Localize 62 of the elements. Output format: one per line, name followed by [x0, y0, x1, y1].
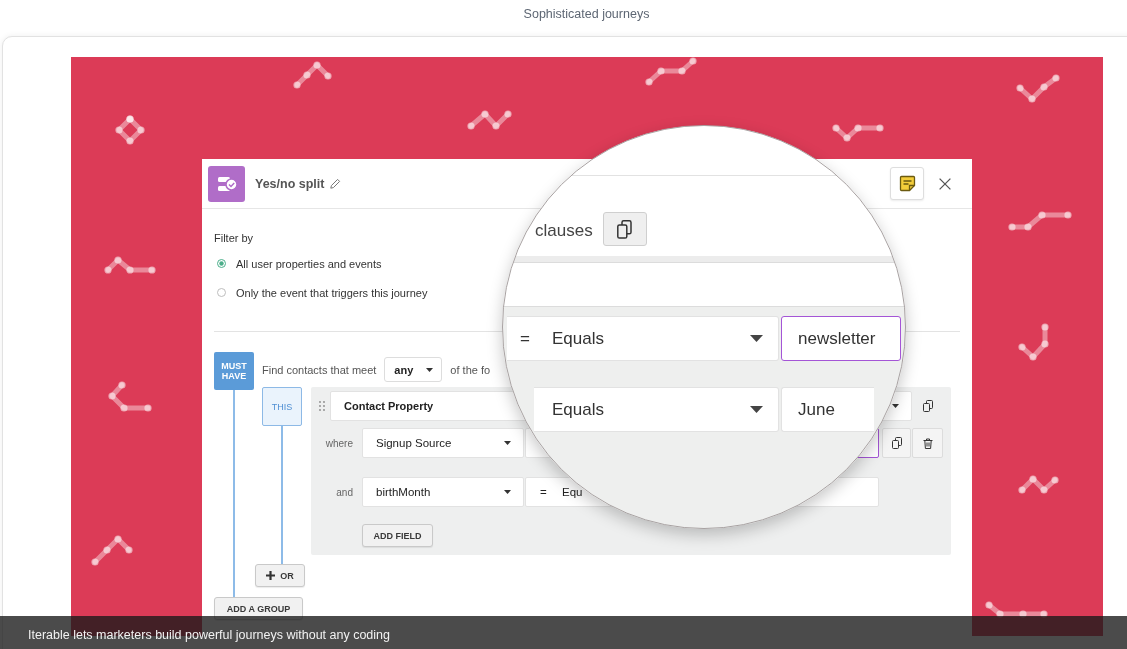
match-text: Find contacts that meet: [262, 363, 377, 376]
operator-text: Equals: [552, 399, 604, 420]
dotted-zigzag-icon: [106, 381, 152, 412]
operator-select[interactable]: Equals: [534, 387, 779, 432]
dotted-zigzag-icon: [104, 256, 156, 274]
checklist-icon: [208, 165, 245, 202]
page-title: Sophisticated journeys: [523, 7, 650, 21]
caret-icon: [750, 335, 763, 342]
dotted-zigzag-icon: [293, 61, 332, 89]
operator-symbol: =: [520, 328, 531, 349]
match-text: of the fo: [450, 363, 491, 376]
caret-icon: [750, 406, 763, 413]
filter-label: Filter by: [214, 232, 254, 244]
copy-icon: [891, 437, 902, 449]
dotted-zigzag-icon: [1016, 74, 1060, 103]
dotted-zigzag-icon: [115, 115, 145, 145]
property-select[interactable]: birthMonth: [362, 477, 524, 507]
operator-symbol: =: [540, 486, 548, 498]
close-icon: [939, 177, 951, 190]
caption-text: Iterable lets marketers build powerful journeys without any coding: [28, 627, 390, 642]
add-field-button[interactable]: ADD FIELD: [362, 524, 433, 547]
copy-button[interactable]: [882, 428, 911, 458]
field-connector: where: [325, 437, 353, 449]
copy-button[interactable]: [602, 212, 647, 246]
dotted-zigzag-icon: [467, 110, 512, 130]
caret-icon: [504, 490, 511, 494]
heading-text: clauses: [535, 221, 593, 241]
dotted-zigzag-icon: [91, 535, 133, 566]
delete-button[interactable]: [912, 428, 943, 458]
copy-icon[interactable]: [922, 400, 933, 412]
dotted-zigzag-icon: [645, 57, 697, 86]
plus-icon: [266, 571, 276, 580]
dotted-zigzag-icon: [1008, 211, 1072, 231]
this-badge: THIS: [262, 387, 302, 426]
dotted-zigzag-icon: [1018, 475, 1059, 494]
dotted-zigzag-icon: [1018, 323, 1049, 361]
caret-icon: [504, 441, 511, 445]
option-label[interactable]: Only the event that triggers this journey: [236, 286, 428, 299]
caret-icon: [892, 404, 899, 408]
dotted-zigzag-icon: [985, 601, 1048, 618]
property-select[interactable]: Signup Source: [362, 428, 524, 458]
note-icon: [898, 175, 916, 192]
pencil-icon[interactable]: [330, 178, 342, 189]
option-label[interactable]: All user properties and events: [236, 257, 382, 270]
caret-icon: [426, 367, 434, 372]
or-button[interactable]: OR: [255, 564, 305, 587]
radio-button[interactable]: [217, 259, 226, 268]
copy-icon: [617, 219, 633, 239]
dotted-zigzag-icon: [832, 124, 884, 142]
operator-select[interactable]: = Equals: [507, 316, 779, 361]
drag-handle-icon[interactable]: [319, 401, 325, 411]
trash-icon: [922, 437, 933, 449]
operator-text: Equ: [562, 486, 583, 498]
window-title: Yes/no split: [255, 176, 325, 191]
field-connector: and: [336, 486, 353, 498]
operator-text: Equals: [552, 328, 604, 349]
match-select[interactable]: any: [384, 357, 443, 382]
value-field[interactable]: June: [781, 387, 874, 432]
value-field[interactable]: newsletter: [781, 316, 901, 361]
close-button[interactable]: [939, 177, 951, 190]
radio-button[interactable]: [217, 288, 226, 297]
must-have-badge: MUST HAVE: [214, 352, 254, 390]
